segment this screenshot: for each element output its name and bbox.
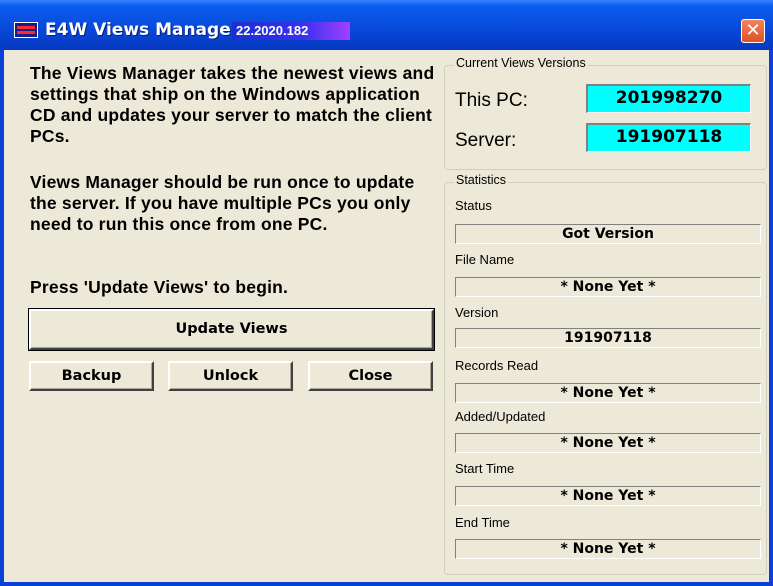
end-time-field: * None Yet * [455, 539, 761, 559]
server-version-field: 191907118 [586, 123, 751, 152]
status-label: Status [455, 198, 492, 213]
window-title: E4W Views Manager [45, 20, 240, 40]
current-versions-group [444, 65, 767, 170]
update-views-button-label: Update Views [175, 321, 288, 337]
records-read-field: * None Yet * [455, 383, 761, 403]
added-updated-field: * None Yet * [455, 433, 761, 453]
file-name-field: * None Yet * [455, 277, 761, 297]
title-version-label: 22.2020.182 [232, 22, 350, 40]
version-field: 191907118 [455, 328, 761, 348]
version-label: Version [455, 305, 499, 320]
title-bar[interactable]: E4W Views Manager 22.2020.182 ✕ [0, 0, 773, 50]
end-time-label: End Time [455, 515, 510, 530]
file-name-label: File Name [455, 252, 515, 267]
description-paragraph-3: Press 'Update Views' to begin. [30, 277, 289, 297]
update-views-button[interactable]: Update Views [28, 308, 435, 351]
backup-button[interactable]: Backup [29, 361, 154, 391]
current-versions-legend: Current Views Versions [454, 56, 588, 70]
this-pc-version-field: 201998270 [586, 84, 751, 113]
description-paragraph-2: Views Manager should be run once to upda… [30, 172, 415, 234]
server-label: Server: [455, 130, 517, 151]
statistics-legend: Statistics [454, 173, 509, 187]
status-field: Got Version [455, 224, 761, 244]
unlock-button[interactable]: Unlock [168, 361, 293, 391]
start-time-field: * None Yet * [455, 486, 761, 506]
views-manager-window: E4W Views Manager 22.2020.182 ✕ The View… [0, 0, 773, 586]
added-updated-label: Added/Updated [455, 409, 546, 424]
close-button[interactable]: Close [308, 361, 433, 391]
this-pc-label: This PC: [455, 90, 528, 111]
start-time-label: Start Time [455, 461, 515, 476]
close-icon[interactable]: ✕ [741, 19, 765, 43]
app-icon [14, 22, 38, 38]
records-read-label: Records Read [455, 358, 539, 373]
description-paragraph-1: The Views Manager takes the newest views… [30, 63, 435, 146]
